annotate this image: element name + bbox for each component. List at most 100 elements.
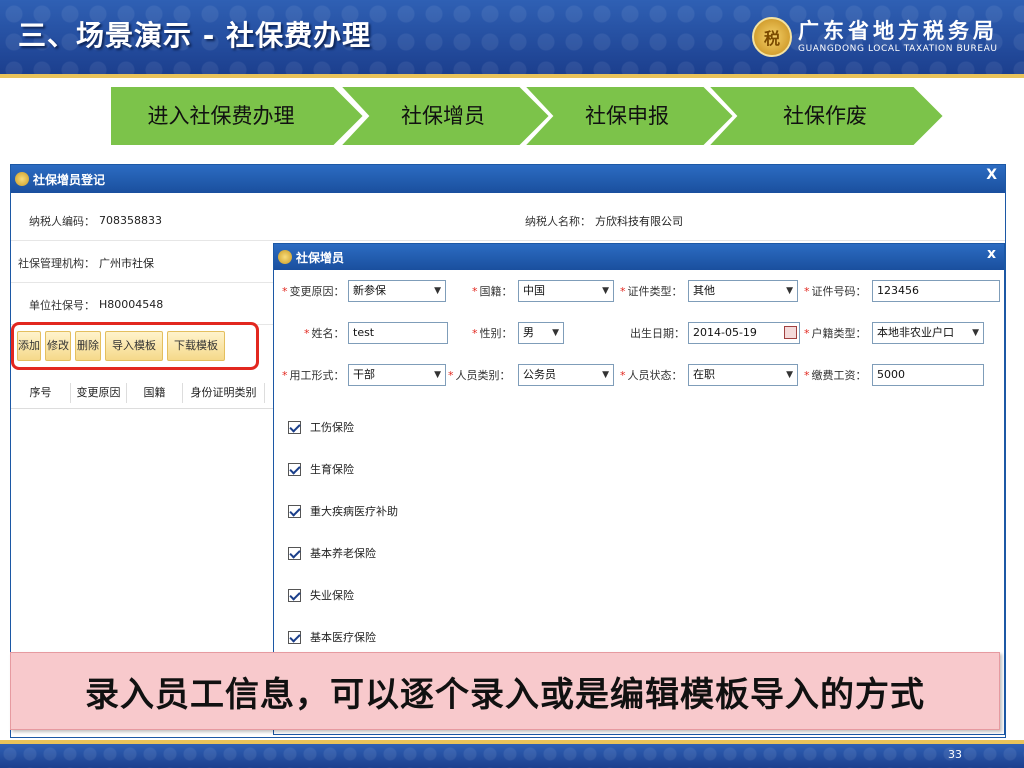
- gender-value: 男: [523, 326, 534, 339]
- change-reason-value: 新参保: [353, 284, 386, 297]
- column-header-index[interactable]: 序号: [11, 382, 71, 403]
- gender-select[interactable]: 男 ▼: [518, 322, 564, 344]
- chevron-down-icon: ▼: [434, 286, 441, 296]
- insurance-label: 基本医疗保险: [310, 631, 376, 644]
- unit-no-row: 单位社保号： H80004548: [11, 285, 273, 325]
- chevron-down-icon: ▼: [602, 370, 609, 380]
- column-header-id-type[interactable]: 身份证明类别: [183, 382, 265, 403]
- checkbox-checked-icon[interactable]: [288, 462, 301, 476]
- checkbox-checked-icon[interactable]: [288, 504, 301, 518]
- wage-field: * 缴费工资： 5000: [804, 363, 1000, 387]
- calendar-icon[interactable]: [784, 326, 797, 339]
- inner-dialog-title: 社保增员: [296, 250, 345, 265]
- step-label: 社保增员: [401, 104, 485, 128]
- chevron-down-icon: ▼: [602, 286, 609, 296]
- slide-title: 三、场景演示 - 社保费办理: [18, 19, 372, 52]
- required-mark: *: [804, 368, 810, 382]
- household-field: * 户籍类型： 本地非农业户口 ▼: [804, 321, 1000, 345]
- chevron-down-icon: ▼: [786, 286, 793, 296]
- id-type-select[interactable]: 其他 ▼: [688, 280, 798, 302]
- edit-button[interactable]: 修改: [45, 331, 71, 361]
- insurance-checkbox-unemployment[interactable]: 失业保险: [288, 585, 354, 605]
- household-value: 本地非农业户口: [877, 326, 954, 339]
- add-button[interactable]: 添加: [17, 331, 41, 361]
- nationality-field: * 国籍： 中国 ▼: [472, 279, 618, 303]
- app-coin-icon: [15, 172, 29, 186]
- change-reason-select[interactable]: 新参保 ▼: [348, 280, 446, 302]
- employment-field: * 用工形式： 干部 ▼: [282, 363, 452, 387]
- name-label: 姓名：: [311, 327, 345, 340]
- taxpayer-id-value: 708358833: [99, 214, 162, 227]
- insurance-label: 工伤保险: [310, 421, 354, 434]
- taxpayer-id-label: 纳税人编码：: [29, 214, 95, 228]
- person-type-select[interactable]: 公务员 ▼: [518, 364, 614, 386]
- member-grid-header: 序号 变更原因 国籍 身份证明类别: [11, 377, 273, 409]
- insurance-checkbox-maternity[interactable]: 生育保险: [288, 459, 354, 479]
- caption-banner: 录入员工信息，可以逐个录入或是编辑模板导入的方式: [10, 652, 1000, 730]
- agency-label: 社保管理机构：: [18, 256, 95, 270]
- app-coin-icon: [278, 250, 292, 264]
- required-mark: *: [282, 368, 288, 382]
- birth-field: 出生日期： 2014-05-19: [630, 321, 800, 345]
- bureau-brand: 税 广东省地方税务局 GUANGDONG LOCAL TAXATION BURE…: [752, 14, 998, 60]
- taxpayer-name-label: 纳税人名称：: [525, 214, 591, 228]
- wage-input[interactable]: 5000: [872, 364, 984, 386]
- bureau-text: 广东省地方税务局 GUANGDONG LOCAL TAXATION BUREAU: [798, 19, 998, 55]
- step-label: 进入社保费办理: [147, 104, 295, 128]
- step-label: 社保申报: [585, 104, 669, 128]
- inner-dialog-close-button[interactable]: x: [987, 246, 996, 262]
- person-type-label: 人员类别：: [455, 369, 511, 382]
- checkbox-checked-icon[interactable]: [288, 546, 301, 560]
- nationality-value: 中国: [523, 284, 545, 297]
- checkbox-checked-icon[interactable]: [288, 420, 301, 434]
- step-declare: 社保申报: [522, 84, 736, 148]
- nationality-select[interactable]: 中国 ▼: [518, 280, 614, 302]
- required-mark: *: [620, 284, 626, 298]
- step-enter-social-security: 进入社保费办理: [108, 84, 366, 148]
- unit-no-value: H80004548: [99, 298, 164, 311]
- birth-label: 出生日期：: [630, 327, 685, 340]
- employment-select[interactable]: 干部 ▼: [348, 364, 446, 386]
- insurance-checkbox-medical[interactable]: 基本医疗保险: [288, 627, 376, 647]
- nationality-label: 国籍：: [479, 285, 513, 298]
- step-label: 社保作废: [783, 104, 867, 128]
- household-label: 户籍类型：: [811, 327, 867, 340]
- id-type-label: 证件类型：: [627, 285, 683, 298]
- checkbox-checked-icon[interactable]: [288, 630, 301, 644]
- column-header-change-reason[interactable]: 变更原因: [71, 382, 127, 403]
- wage-label: 缴费工资：: [811, 369, 867, 382]
- id-no-label: 证件号码：: [811, 285, 867, 298]
- header-stripe: [0, 74, 1024, 78]
- import-template-button[interactable]: 导入模板: [105, 331, 163, 361]
- status-field: * 人员状态： 在职 ▼: [620, 363, 800, 387]
- status-select[interactable]: 在职 ▼: [688, 364, 798, 386]
- insurance-checkbox-pension[interactable]: 基本养老保险: [288, 543, 376, 563]
- dialog-title: 社保增员登记: [33, 172, 106, 187]
- insurance-label: 重大疾病医疗补助: [310, 505, 398, 518]
- name-input[interactable]: test: [348, 322, 448, 344]
- required-mark: *: [620, 368, 626, 382]
- download-template-button[interactable]: 下载模板: [167, 331, 225, 361]
- required-mark: *: [472, 284, 478, 298]
- employment-value: 干部: [353, 368, 375, 381]
- column-header-nationality[interactable]: 国籍: [127, 382, 183, 403]
- insurance-checkbox-critical-illness[interactable]: 重大疾病医疗补助: [288, 501, 398, 521]
- required-mark: *: [282, 284, 288, 298]
- required-mark: *: [804, 326, 810, 340]
- chevron-down-icon: ▼: [972, 328, 979, 338]
- id-no-input[interactable]: 123456: [872, 280, 1000, 302]
- checkbox-checked-icon[interactable]: [288, 588, 301, 602]
- chevron-down-icon: ▼: [434, 370, 441, 380]
- dialog-close-button[interactable]: X: [986, 167, 997, 183]
- birth-date-input[interactable]: 2014-05-19: [688, 322, 800, 344]
- required-mark: *: [472, 326, 478, 340]
- employment-label: 用工形式：: [289, 369, 345, 382]
- slide-footer: 33: [0, 744, 1024, 768]
- chevron-down-icon: ▼: [786, 370, 793, 380]
- taxpayer-id-row: 纳税人编码： 708358833: [11, 201, 511, 241]
- insurance-label: 生育保险: [310, 463, 354, 476]
- unit-no-label: 单位社保号：: [29, 298, 95, 312]
- household-select[interactable]: 本地非农业户口 ▼: [872, 322, 984, 344]
- delete-button[interactable]: 删除: [75, 331, 101, 361]
- insurance-checkbox-work-injury[interactable]: 工伤保险: [288, 417, 354, 437]
